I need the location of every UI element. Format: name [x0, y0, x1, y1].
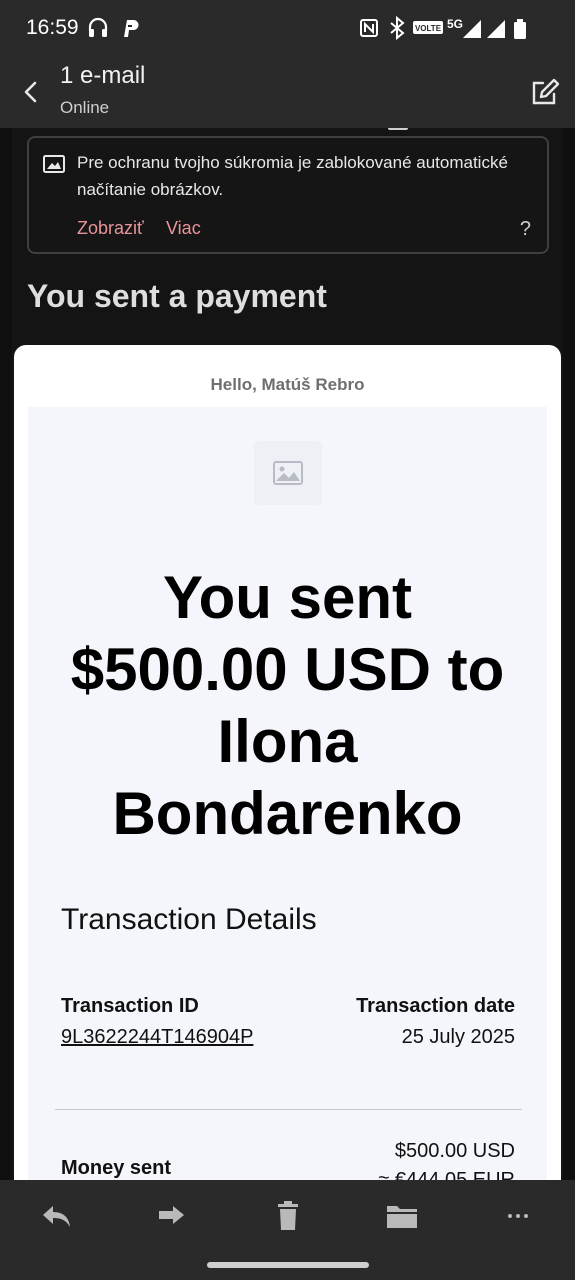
money-sent-eur: ≈ €444.05 EUR — [378, 1169, 515, 1180]
app-title: 1 e-mail — [60, 62, 146, 89]
nfc-icon — [360, 19, 378, 37]
divider — [55, 1109, 522, 1110]
image-icon — [273, 461, 303, 485]
more-link[interactable]: Viac — [166, 218, 201, 239]
network-label: 5G — [447, 17, 463, 31]
back-arrow-icon — [24, 81, 37, 103]
transaction-id-label: Transaction ID — [61, 995, 199, 1017]
move-to-folder-button[interactable] — [384, 1200, 420, 1232]
headphones-icon — [88, 17, 108, 37]
battery-icon — [514, 19, 526, 39]
edit-icon — [532, 78, 560, 105]
reply-icon — [43, 1206, 70, 1227]
status-bar: 16:59 VOLTE 5G — [0, 0, 575, 56]
transaction-date-label: Transaction date — [356, 995, 515, 1017]
delete-button[interactable] — [270, 1200, 306, 1232]
transaction-details-title: Transaction Details — [61, 903, 317, 936]
show-images-link[interactable]: Zobraziť — [77, 218, 144, 239]
forward-icon — [159, 1206, 184, 1224]
privacy-text: Pre ochranu tvojho súkromia je zablokova… — [77, 153, 508, 199]
signal-icon — [487, 20, 505, 38]
forward-button[interactable] — [153, 1200, 189, 1232]
scroll-indicator — [388, 128, 408, 130]
bottom-action-bar — [0, 1180, 575, 1280]
message-content[interactable]: Pre ochranu tvojho súkromia je zablokova… — [12, 128, 563, 1180]
email-body: You sent $500.00 USD to Ilona Bondarenko… — [28, 407, 547, 1180]
5g-icon: 5G — [447, 17, 463, 31]
app-bar: 1 e-mail Online — [0, 56, 575, 128]
transaction-date-value: 25 July 2025 — [401, 1026, 515, 1048]
privacy-banner: Pre ochranu tvojho súkromia je zablokova… — [27, 136, 549, 254]
transaction-id-link[interactable]: 9L3622244T146904P — [61, 1026, 253, 1049]
money-sent-usd: $500.00 USD — [394, 1140, 515, 1162]
status-left-icons — [88, 16, 144, 45]
move-to-folder-icon — [387, 1206, 417, 1228]
bluetooth-icon — [390, 15, 405, 41]
status-right-icons: VOLTE 5G — [359, 15, 551, 46]
greeting: Hello, Matúš Rebro — [210, 375, 365, 394]
reply-button[interactable] — [39, 1200, 75, 1232]
help-button[interactable]: ? — [520, 218, 531, 241]
status-time: 16:59 — [26, 16, 79, 39]
back-button[interactable] — [18, 78, 46, 106]
blocked-image-placeholder — [254, 441, 322, 505]
signal-icon — [463, 20, 481, 38]
paypal-icon — [124, 20, 139, 37]
delete-icon — [278, 1201, 298, 1230]
more-icon — [508, 1214, 528, 1218]
more-button[interactable] — [500, 1200, 536, 1232]
payment-headline: You sent $500.00 USD to Ilona Bondarenko — [70, 564, 505, 847]
image-blocked-icon — [43, 154, 65, 179]
volte-icon: VOLTE — [413, 21, 443, 34]
gesture-navigation-bar[interactable] — [207, 1262, 369, 1268]
money-sent-label: Money sent — [61, 1157, 172, 1179]
compose-button[interactable] — [529, 78, 561, 108]
email-subject: You sent a payment — [27, 278, 327, 314]
email-card: Hello, Matúš Rebro You sent $500.00 USD … — [14, 345, 561, 1180]
volte-label: VOLTE — [415, 24, 442, 33]
app-subtitle: Online — [60, 98, 110, 117]
